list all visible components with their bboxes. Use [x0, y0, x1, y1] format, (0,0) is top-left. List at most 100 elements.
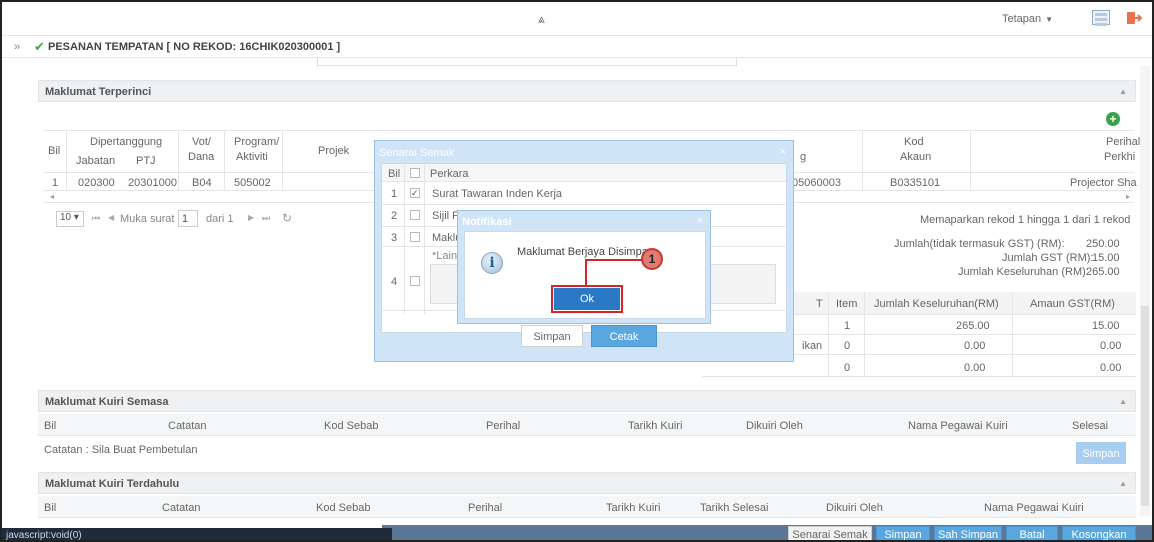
- item-checkbox[interactable]: [410, 210, 420, 220]
- vertical-scrollbar[interactable]: [1140, 66, 1150, 516]
- collapse-icon[interactable]: ▲: [1119, 479, 1127, 488]
- col-perihal: Perihal: [486, 420, 521, 432]
- page-title: PESANAN TEMPATAN [ NO REKOD: 16CHIK02030…: [48, 41, 341, 53]
- close-icon[interactable]: ×: [780, 146, 786, 158]
- kosongkan-button[interactable]: Kosongkan: [1062, 526, 1136, 540]
- col-program: Program/: [234, 136, 280, 148]
- page-number-input[interactable]: [178, 210, 198, 227]
- col-kod-sebab: Kod Sebab: [324, 420, 379, 432]
- grid-line: [828, 292, 829, 376]
- collapse-icon[interactable]: ▲: [1119, 397, 1127, 406]
- notification-message: Maklumat Berjaya Disimpan: [517, 246, 654, 258]
- batal-button[interactable]: Batal: [1006, 526, 1058, 540]
- first-page-icon[interactable]: ⏮: [92, 213, 100, 224]
- senarai-semak-button[interactable]: Senarai Semak: [788, 526, 872, 540]
- total-value: 15.00: [1092, 252, 1120, 264]
- cell-kod-g: 05060003: [792, 177, 841, 189]
- col-dipertanggung: Dipertanggung: [90, 136, 163, 148]
- col-jabatan: Jabatan: [76, 155, 116, 167]
- next-page-icon[interactable]: ▶: [248, 213, 254, 222]
- dialog-title: Notifikasi: [462, 216, 512, 228]
- gst-total: 0.00: [964, 340, 986, 352]
- gst-amount: 0.00: [1100, 362, 1122, 374]
- col-projek: Projek: [318, 145, 350, 157]
- col-akaun: Akaun: [900, 151, 932, 163]
- col-selesai: Selesai: [1072, 420, 1109, 432]
- grid-line: [66, 130, 67, 190]
- settings-label: Tetapan: [1002, 13, 1042, 25]
- page-size-select[interactable]: 10 ▾: [56, 211, 84, 227]
- gst-total: 265.00: [956, 320, 990, 332]
- section-title: Maklumat Kuiri Semasa: [45, 396, 169, 408]
- col-nama-pegawai: Nama Pegawai Kuiri: [984, 502, 1084, 514]
- semak-save-button[interactable]: Simpan: [521, 325, 583, 347]
- sah-simpan-button[interactable]: Sah Simpan: [934, 526, 1002, 540]
- grid-line: [404, 164, 405, 314]
- col-catatan: Catatan: [162, 502, 201, 514]
- section-header-terperinci[interactable]: Maklumat Terperinci ▲: [38, 80, 1136, 102]
- section-header-kuiri-semasa[interactable]: Maklumat Kuiri Semasa ▲: [38, 390, 1136, 412]
- simpan-button[interactable]: Simpan: [876, 526, 930, 540]
- collapse-icon[interactable]: ▲: [1119, 87, 1127, 96]
- gst-col-item: Item: [836, 298, 858, 310]
- cell-bil: 1: [52, 177, 59, 189]
- gst-total: 0.00: [964, 362, 986, 374]
- grid-line: [424, 164, 425, 314]
- col-perihal: Perihal: [1106, 136, 1141, 148]
- cell-ptj: 20301000: [128, 177, 177, 189]
- item-checkbox[interactable]: [410, 232, 420, 242]
- col-perihal: Perihal: [468, 502, 503, 514]
- grid-line: [382, 204, 786, 205]
- col-perkara: Perkara: [430, 168, 469, 180]
- section-header-kuiri-terdahulu[interactable]: Maklumat Kuiri Terdahulu ▲: [38, 472, 1136, 494]
- app-window: ⩓ Tetapan ▼ » ✔ PESANAN TEMPATAN [ NO REK…: [0, 0, 1154, 542]
- logout-icon[interactable]: [1126, 10, 1142, 26]
- total-value: 250.00: [1086, 238, 1120, 250]
- close-icon[interactable]: ×: [697, 215, 703, 227]
- col-tarikh-selesai: Tarikh Selesai: [700, 502, 769, 514]
- grid-view-icon[interactable]: [1092, 10, 1110, 26]
- total-label: Jumlah Keseluruhan (RM):: [958, 266, 1089, 278]
- gst-col-amount: Amaun GST(RM): [1030, 298, 1115, 310]
- gst-item: 0: [844, 340, 851, 352]
- total-label: Jumlah(tidak termasuk GST) (RM):: [894, 238, 1065, 250]
- total-label: Jumlah GST (RM):: [1002, 252, 1094, 264]
- cell-jabatan: 020300: [78, 177, 115, 189]
- gst-col-total: Jumlah Keseluruhan(RM): [874, 298, 999, 310]
- gst-amount: 15.00: [1092, 320, 1120, 332]
- prev-page-icon[interactable]: ◀: [108, 213, 114, 222]
- add-icon[interactable]: +: [1106, 112, 1120, 126]
- scrollbar-thumb[interactable]: [1141, 306, 1149, 506]
- refresh-icon[interactable]: ↻: [282, 211, 292, 225]
- page-label: Muka surat: [120, 213, 175, 225]
- grid-line: [282, 130, 283, 190]
- col-kod: Kod: [904, 136, 924, 148]
- settings-menu[interactable]: Tetapan ▼: [1002, 13, 1053, 25]
- col-dikuiri-oleh: Dikuiri Oleh: [746, 420, 803, 432]
- col-catatan: Catatan: [168, 420, 207, 432]
- item-checkbox-checked[interactable]: ✓: [410, 188, 420, 198]
- grid-line: [970, 130, 971, 190]
- item-bil: 2: [391, 210, 398, 222]
- cell-vot: B04: [192, 177, 212, 189]
- dialog-title: Senarai Semak: [379, 147, 455, 159]
- ok-button[interactable]: Ok: [554, 288, 620, 310]
- scroll-left-icon[interactable]: ◂: [50, 192, 54, 201]
- grid-line: [178, 130, 179, 190]
- select-all-checkbox[interactable]: [410, 168, 420, 178]
- item-bil: 1: [391, 188, 398, 200]
- gst-item: 1: [844, 320, 851, 332]
- scroll-right-icon[interactable]: ▸: [1126, 192, 1130, 201]
- col-dikuiri-oleh: Dikuiri Oleh: [826, 502, 883, 514]
- last-page-icon[interactable]: ⏭: [262, 213, 270, 224]
- double-chevron-up-icon[interactable]: ⩓: [538, 12, 545, 27]
- kuiri-save-button[interactable]: Simpan: [1076, 442, 1126, 464]
- grid-line: [702, 376, 1136, 377]
- print-button[interactable]: Cetak: [591, 325, 657, 347]
- col-dana: Dana: [188, 151, 215, 163]
- double-chevron-right-icon[interactable]: »: [14, 41, 20, 53]
- ghost-box: [317, 58, 737, 66]
- col-ptj: PTJ: [136, 155, 156, 167]
- item-checkbox[interactable]: [410, 276, 420, 286]
- col-kod-g: g: [800, 151, 807, 163]
